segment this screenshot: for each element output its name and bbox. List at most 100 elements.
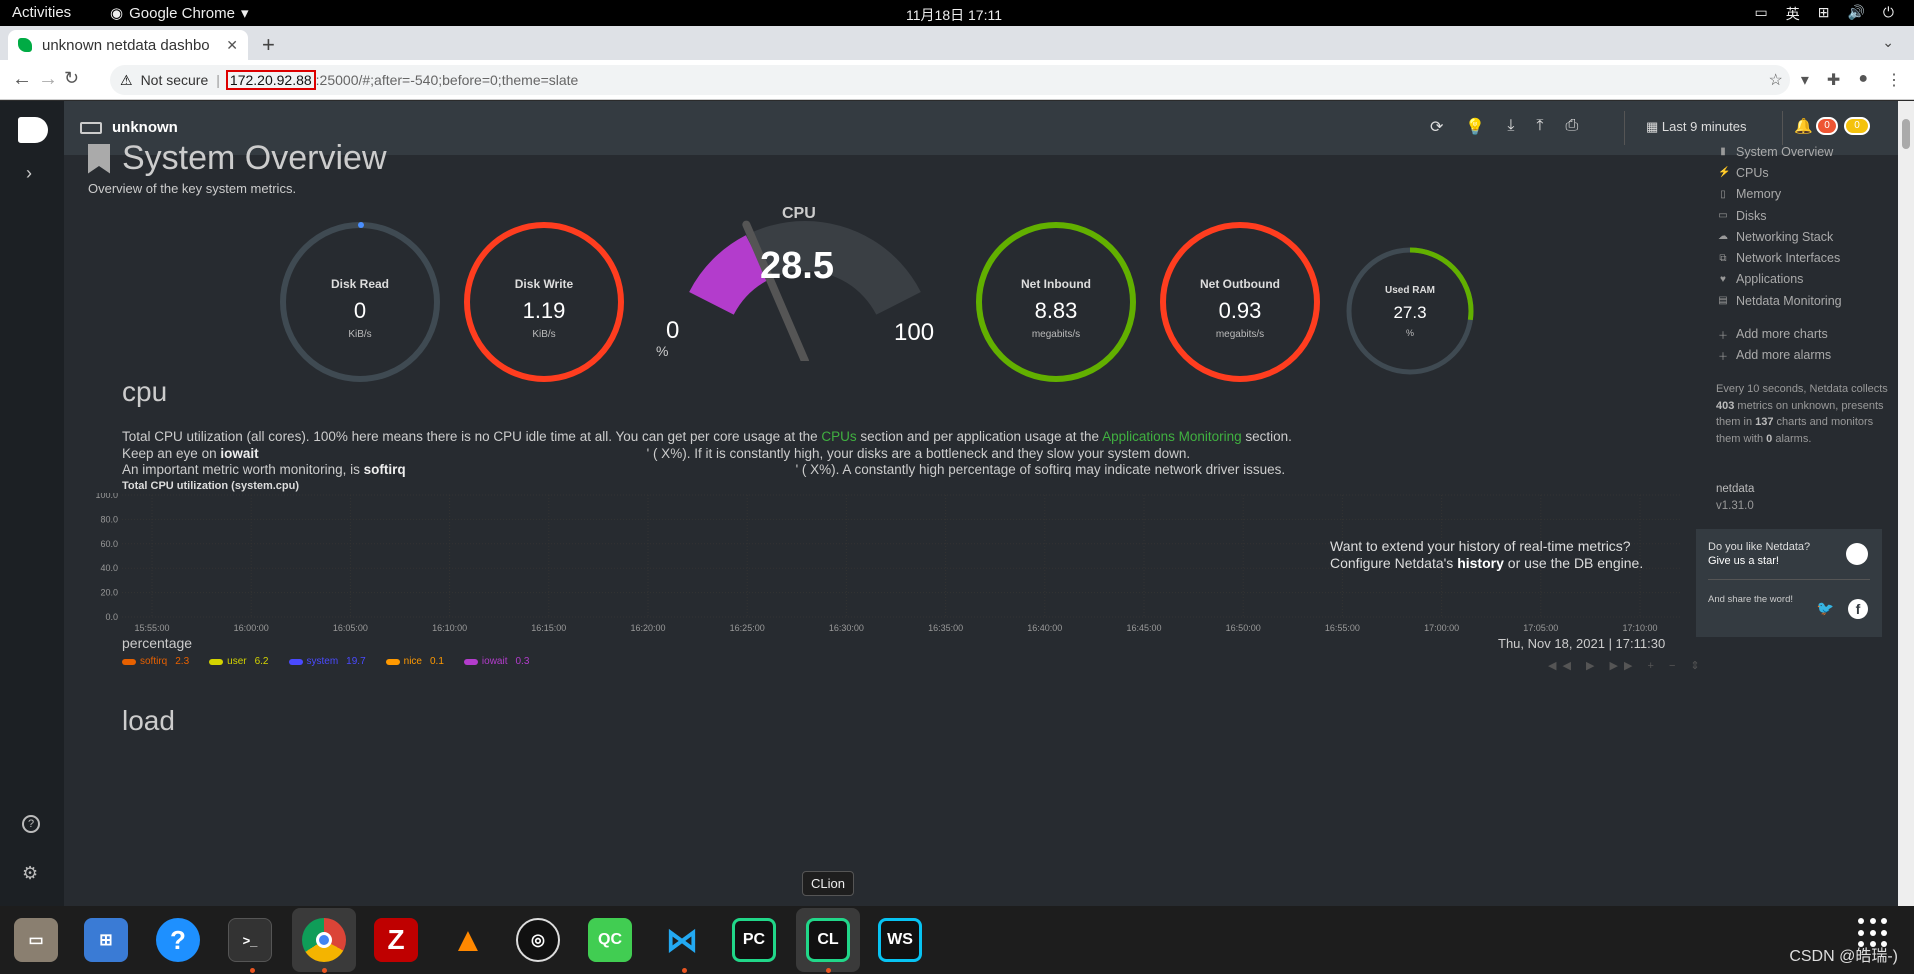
running-indicator xyxy=(826,968,831,973)
close-tab-icon[interactable]: ✕ xyxy=(226,37,238,54)
twitter-icon[interactable]: 🐦 xyxy=(1817,600,1834,617)
legend-item[interactable]: user 6.2 xyxy=(209,656,269,667)
help-icon[interactable]: ? xyxy=(22,815,40,833)
expand-sidebar-icon[interactable]: › xyxy=(26,163,32,184)
reload-icon[interactable]: ↻ xyxy=(64,68,79,89)
theme-bulb-icon[interactable]: 💡 xyxy=(1465,117,1485,137)
system-tray[interactable]: ▭ 英 ⊞ 🔊 ⏻ xyxy=(1755,4,1894,24)
cpus-link[interactable]: CPUs xyxy=(821,429,856,444)
nav-item[interactable]: ▭ Disks xyxy=(1718,205,1908,226)
obs-icon[interactable]: ◎ xyxy=(516,918,560,962)
keyboard-icon[interactable]: ▭ xyxy=(1755,4,1768,24)
activities-button[interactable]: Activities xyxy=(12,4,71,21)
legend-item[interactable]: iowait 0.3 xyxy=(463,656,530,667)
facebook-icon[interactable]: f xyxy=(1848,599,1868,619)
y-tick-label: 20.0 xyxy=(100,588,118,598)
legend-label: nice xyxy=(403,656,422,667)
page-title-text: System Overview xyxy=(122,139,387,177)
legend-swatch xyxy=(122,658,136,665)
chrome-app-icon[interactable] xyxy=(302,918,346,962)
net-inbound-gauge[interactable]: Net Inbound 8.83 megabits/s xyxy=(976,222,1136,382)
tab-search-icon[interactable]: ⌄ xyxy=(1882,34,1894,51)
bell-icon[interactable]: 🔔 xyxy=(1794,117,1813,135)
power-icon[interactable]: ⏻ xyxy=(1883,4,1894,24)
divider xyxy=(1708,579,1870,580)
browser-tab[interactable]: unknown netdata dashbo ✕ xyxy=(8,30,248,60)
page-scrollbar[interactable] xyxy=(1898,101,1914,906)
text: ' ( X%). A constantly high percentage of… xyxy=(795,462,1286,477)
clock[interactable]: 11月18日 17:11 xyxy=(906,5,1002,25)
legend-item[interactable]: softirq 2.3 xyxy=(122,656,189,667)
x-tick-label: 16:40:00 xyxy=(1027,623,1062,633)
legend-value: 0.3 xyxy=(515,656,530,667)
menu-icon[interactable]: ⋮ xyxy=(1886,70,1902,90)
history-link[interactable]: history xyxy=(1457,555,1504,571)
nav-item[interactable]: ▯ Memory xyxy=(1718,184,1908,205)
bookmark-star-icon[interactable]: ☆ xyxy=(1769,70,1783,90)
help-app-icon[interactable]: ? xyxy=(156,918,200,962)
host-selector[interactable]: unknown xyxy=(80,119,178,136)
webstorm-icon[interactable]: WS xyxy=(878,918,922,962)
db-engine-link[interactable]: DB engine xyxy=(1574,555,1639,571)
legend-label: iowait xyxy=(481,656,508,667)
share-label: And share the word! xyxy=(1708,594,1794,605)
security-label[interactable]: Not secure xyxy=(141,72,209,88)
input-method[interactable]: 英 xyxy=(1786,4,1800,24)
profile-icon[interactable]: ● xyxy=(1858,70,1868,90)
gauge-title: Net Inbound xyxy=(1021,276,1091,291)
description-line: Keep an eye on iowait ' ( X%). If it is c… xyxy=(122,446,1382,463)
url-field[interactable]: ⚠ Not secure | 172.20.92.88 :25000/#;aft… xyxy=(110,65,1790,95)
vscode-icon[interactable]: ⋈ xyxy=(660,918,704,962)
nav-item[interactable]: ⧉ Network Interfaces xyxy=(1718,247,1908,268)
settings-icon[interactable]: ⚙ xyxy=(22,863,38,884)
vlc-icon[interactable]: ▲ xyxy=(446,918,490,962)
applications-monitoring-link[interactable]: Applications Monitoring xyxy=(1102,429,1242,444)
upload-icon[interactable]: ⤒ xyxy=(1536,117,1543,137)
qt-creator-icon[interactable]: QC xyxy=(588,918,632,962)
terminal-icon[interactable]: >_ xyxy=(228,918,272,962)
disk-read-gauge[interactable]: Disk Read 0 KiB/s xyxy=(280,222,440,382)
nav-item-label: Netdata Monitoring xyxy=(1736,293,1842,308)
puzzle-icon[interactable]: ✚ xyxy=(1827,70,1840,90)
nav-item[interactable]: ♥ Applications xyxy=(1718,269,1908,290)
warning-icon[interactable]: ⚠ xyxy=(120,72,133,89)
netdata-logo-icon[interactable] xyxy=(18,117,48,143)
filezilla-icon[interactable]: Z xyxy=(374,918,418,962)
download-icon[interactable]: ⤓ xyxy=(1507,117,1514,137)
cpu-gauge-unit: % xyxy=(656,343,669,359)
warning-alarms-badge[interactable]: 0 xyxy=(1844,117,1870,135)
back-icon[interactable]: ← xyxy=(12,68,32,91)
files-icon[interactable]: ▭ xyxy=(14,918,58,962)
disk-write-gauge[interactable]: Disk Write 1.19 KiB/s xyxy=(464,222,624,382)
volume-icon[interactable]: 🔊 xyxy=(1847,4,1864,24)
add-more-charts[interactable]: ＋ Add more charts xyxy=(1718,323,1908,344)
clion-icon[interactable]: CL xyxy=(806,918,850,962)
add-more-alarms[interactable]: ＋ Add more alarms xyxy=(1718,345,1908,366)
nav-item[interactable]: ⚡ CPUs xyxy=(1718,162,1908,183)
nav-item[interactable]: ▮ System Overview xyxy=(1718,141,1908,162)
legend-swatch xyxy=(463,658,478,665)
sync-icon[interactable]: ⟳ xyxy=(1430,117,1443,137)
net-outbound-gauge[interactable]: Net Outbound 0.93 megabits/s xyxy=(1160,222,1320,382)
software-icon[interactable]: ⊞ xyxy=(84,918,128,962)
network-icon[interactable]: ⊞ xyxy=(1818,4,1830,24)
github-icon[interactable] xyxy=(1846,543,1868,565)
extension-icon[interactable]: ▾ xyxy=(1801,70,1809,90)
print-icon[interactable]: ⎙ xyxy=(1565,117,1578,137)
used-ram-gauge[interactable]: Used RAM 27.3 % xyxy=(1346,247,1474,375)
legend-item[interactable]: nice 0.1 xyxy=(385,656,444,667)
app-menu[interactable]: ◉ Google Chrome ▾ xyxy=(110,4,249,23)
time-range-picker[interactable]: ▦ Last 9 minutes xyxy=(1646,119,1746,135)
legend-item[interactable]: system 19.7 xyxy=(288,656,366,667)
divider: | xyxy=(216,72,220,88)
chart-controls[interactable]: ◀◀ ▶ ▶▶ + − ⇕ xyxy=(1548,659,1706,672)
pycharm-icon[interactable]: PC xyxy=(732,918,776,962)
gauge-value: 27.3 xyxy=(1393,303,1427,323)
nav-item[interactable]: ▤ Netdata Monitoring xyxy=(1718,290,1908,311)
scrollbar-thumb[interactable] xyxy=(1902,119,1910,149)
chrome-icon: ◉ xyxy=(110,5,124,22)
forward-icon[interactable]: → xyxy=(38,68,58,91)
critical-alarms-badge[interactable]: 0 xyxy=(1816,117,1838,135)
nav-item[interactable]: ☁ Networking Stack xyxy=(1718,226,1908,247)
new-tab-button[interactable]: + xyxy=(262,32,275,58)
